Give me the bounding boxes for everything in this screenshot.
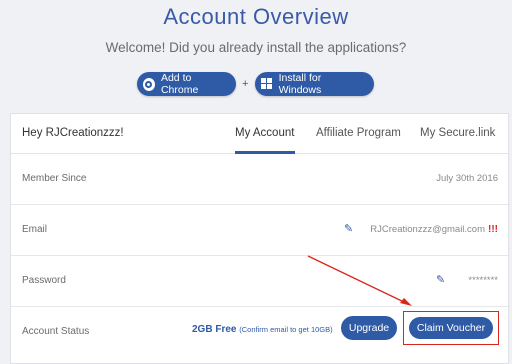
tab-affiliate-program[interactable]: Affiliate Program	[316, 127, 401, 139]
chrome-icon	[143, 77, 155, 91]
password-label: Password	[22, 275, 66, 286]
greeting: Hey RJCreationzzz!	[22, 127, 124, 139]
pencil-icon[interactable]: ✎	[436, 273, 445, 286]
email-value-wrap: RJCreationzzz@gmail.com!!!	[370, 224, 498, 235]
pencil-icon[interactable]: ✎	[344, 222, 353, 235]
email-label: Email	[22, 224, 48, 235]
windows-icon	[261, 78, 273, 90]
account-status-row: Account Status 2GB Free (Confirm email t…	[11, 307, 508, 358]
plus-sign: +	[242, 78, 249, 90]
add-to-chrome-label: Add to Chrome	[160, 72, 199, 96]
password-row: Password ✎ ********	[11, 256, 508, 307]
account-status-label: Account Status	[22, 326, 90, 337]
account-card: Hey RJCreationzzz! My Account Affiliate …	[10, 113, 509, 364]
member-since-row: Member Since July 30th 2016	[11, 154, 508, 205]
tab-my-secure-link[interactable]: My Secure.link	[420, 127, 495, 139]
plan-name: 2GB Free	[192, 324, 237, 335]
install-windows-label: Install for Windows	[278, 72, 322, 96]
plan-text: 2GB Free (Confirm email to get 10GB)	[192, 324, 333, 335]
page-subtitle: Welcome! Did you already install the app…	[105, 40, 407, 55]
plan-note: (Confirm email to get 10GB)	[239, 325, 333, 334]
member-since-label: Member Since	[22, 173, 87, 184]
upgrade-button[interactable]: Upgrade	[341, 316, 397, 340]
install-windows-button[interactable]: Install for Windows	[255, 72, 374, 96]
email-value: RJCreationzzz@gmail.com	[370, 224, 485, 235]
password-value: ********	[468, 275, 498, 286]
claim-voucher-button[interactable]: Claim Voucher	[409, 317, 493, 339]
member-since-value: July 30th 2016	[436, 173, 498, 184]
add-to-chrome-button[interactable]: Add to Chrome	[137, 72, 236, 96]
email-row: Email ✎ RJCreationzzz@gmail.com!!!	[11, 205, 508, 256]
page-title: Account Overview	[163, 4, 349, 29]
claim-voucher-highlight-box: Claim Voucher	[403, 311, 499, 345]
card-header: Hey RJCreationzzz! My Account Affiliate …	[11, 114, 508, 154]
email-warning: !!!	[488, 224, 498, 235]
tab-my-account[interactable]: My Account	[235, 127, 294, 139]
